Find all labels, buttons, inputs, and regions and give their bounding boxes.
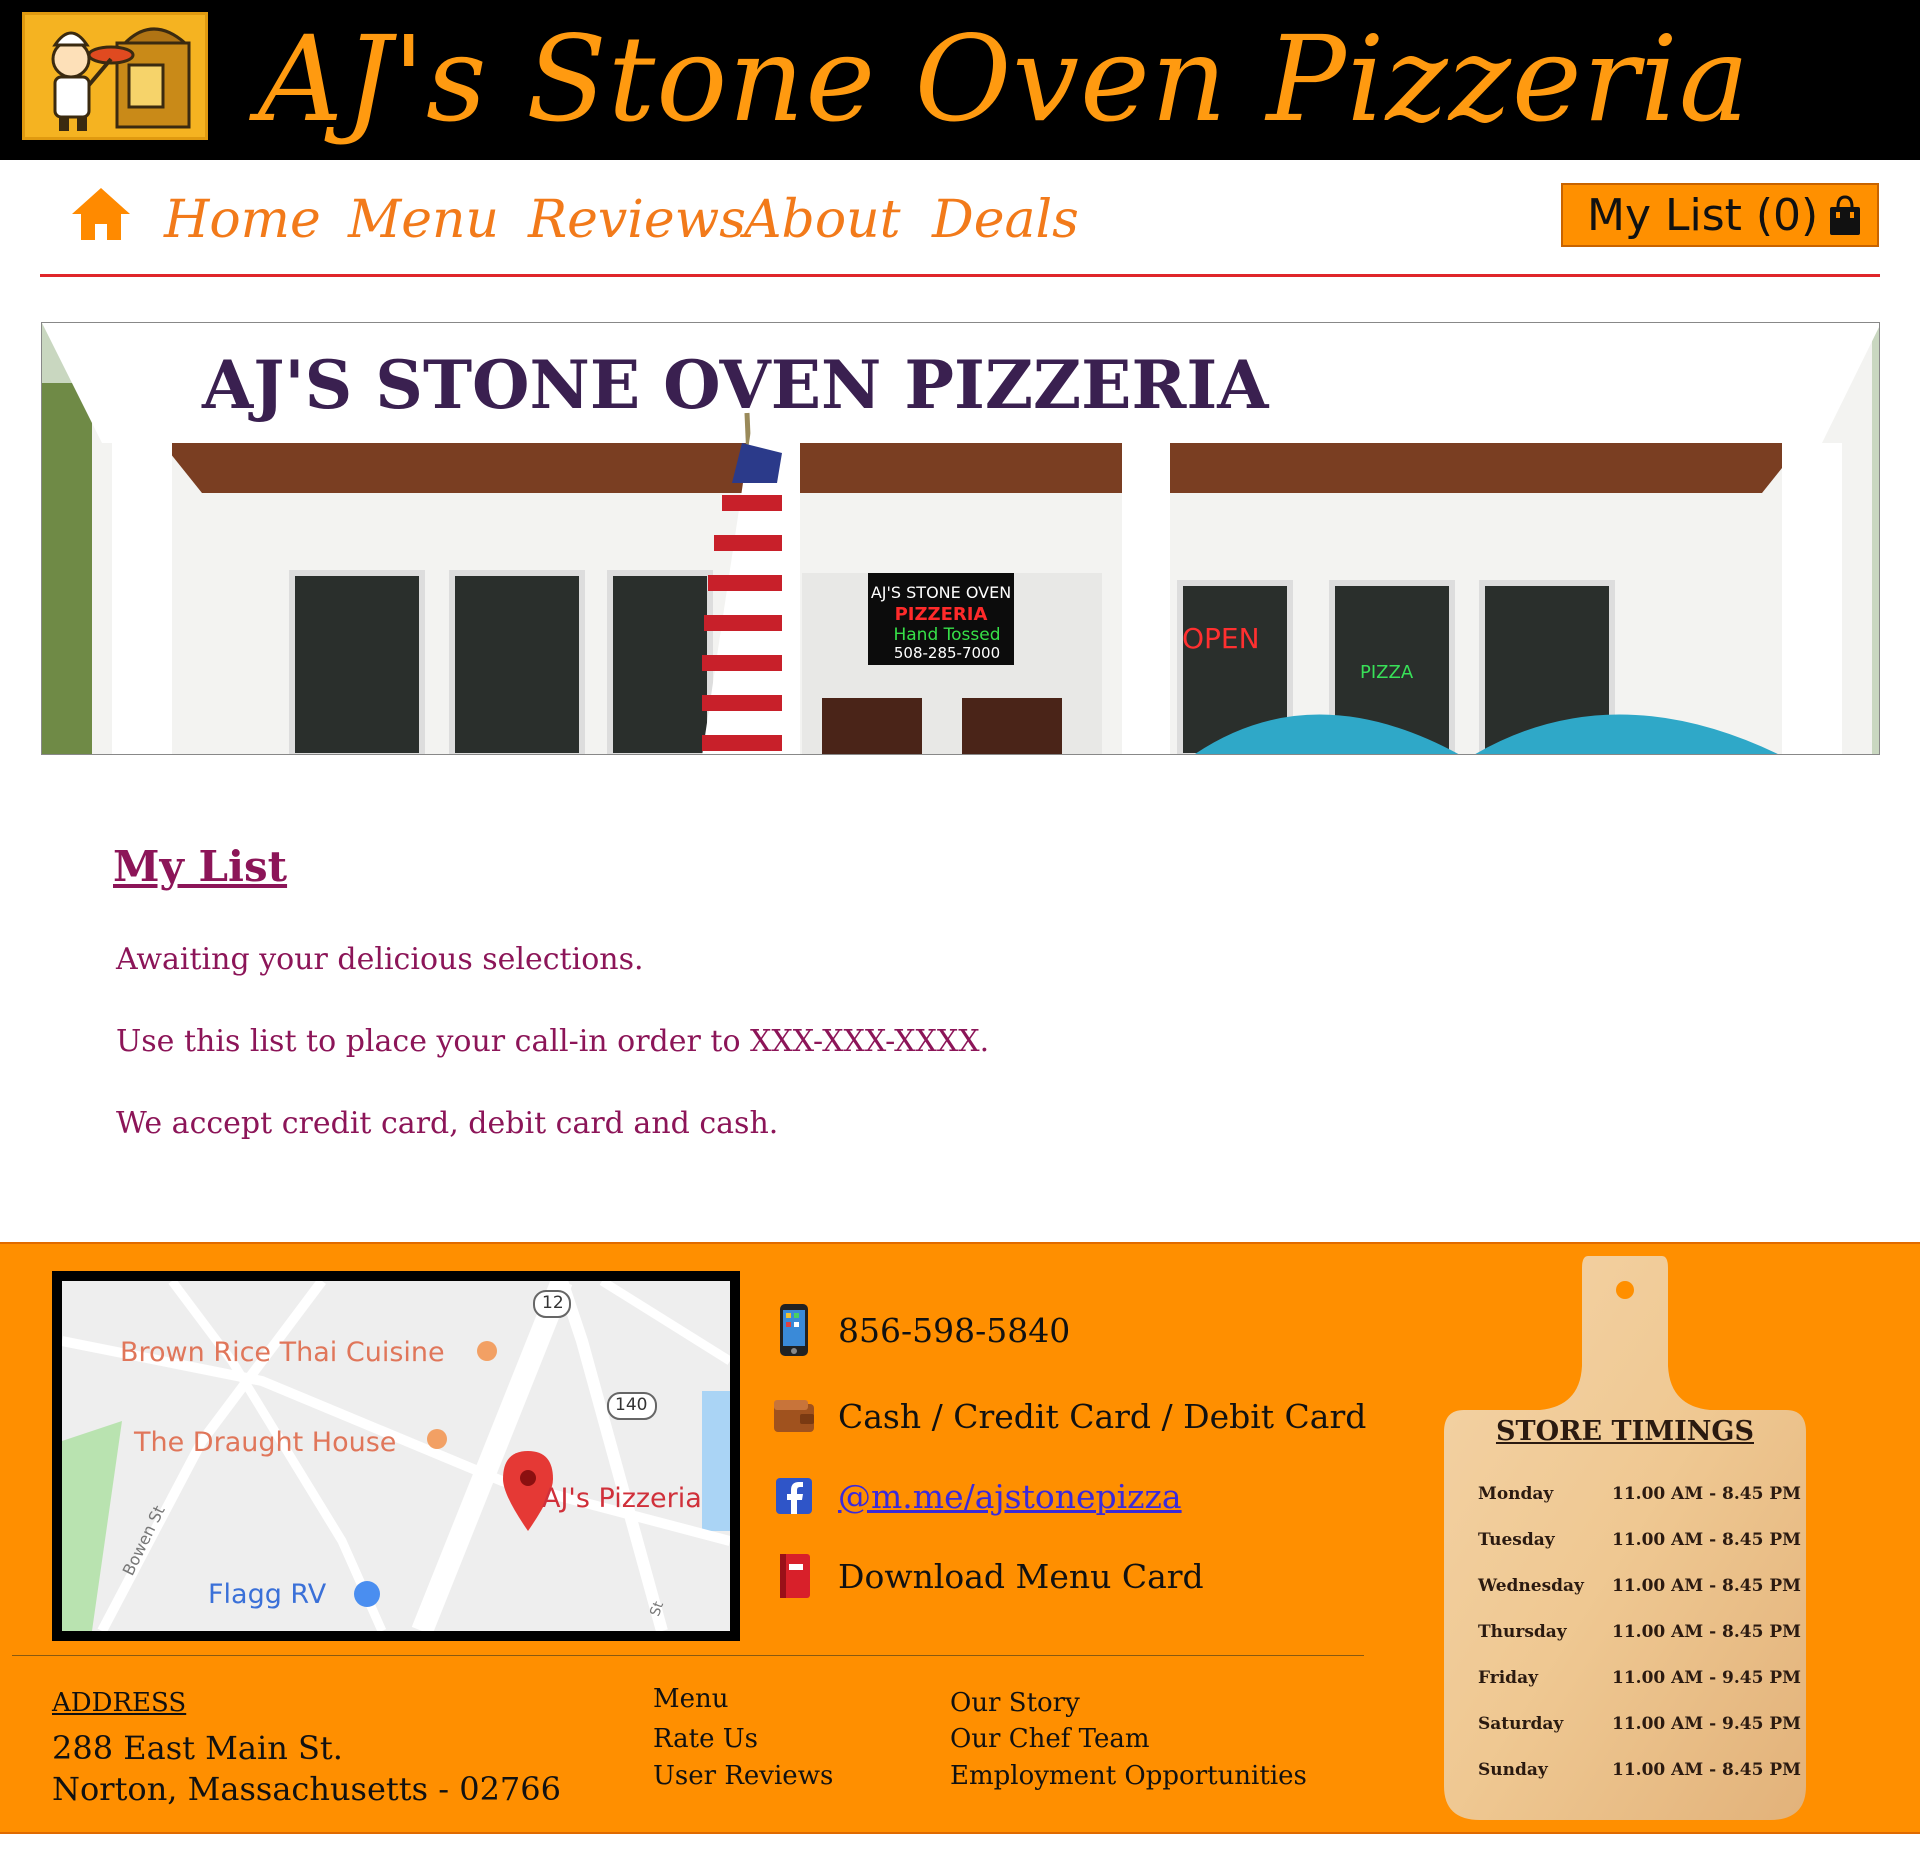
my-list-button[interactable]: My List (0) (1561, 183, 1879, 247)
footer-link-our-story[interactable]: Our Story (950, 1688, 1080, 1718)
timing-day: Thursday (1478, 1622, 1567, 1642)
facebook-icon (776, 1478, 812, 1514)
window-sign-line-4: 508-285-7000 (894, 644, 1000, 662)
timing-hours: 11.00 AM - 8.45 PM (1612, 1760, 1801, 1780)
timing-hours: 11.00 AM - 8.45 PM (1612, 1576, 1801, 1596)
timing-hours: 11.00 AM - 8.45 PM (1612, 1530, 1801, 1550)
pizza-neon-sign: PIZZA (1360, 662, 1414, 683)
payment-row: Cash / Credit Card / Debit Card (772, 1390, 1366, 1442)
download-row[interactable]: Download Menu Card (772, 1550, 1204, 1602)
facebook-row[interactable]: @m.me/ajstonepizza (772, 1470, 1182, 1522)
timing-row: Thursday 11.00 AM - 8.45 PM (1478, 1622, 1801, 1652)
timing-hours: 11.00 AM - 9.45 PM (1612, 1714, 1801, 1734)
phone-number: 856-598-5840 (838, 1310, 1071, 1350)
timing-day: Sunday (1478, 1760, 1548, 1780)
shopping-bag-icon (1830, 195, 1860, 235)
home-icon[interactable] (70, 186, 132, 242)
nav-deals[interactable]: Deals (932, 180, 1079, 260)
facebook-link[interactable]: @m.me/ajstonepizza (838, 1477, 1182, 1516)
map-route-140: 140 (615, 1395, 648, 1415)
address-line-1: 288 East Main St. (52, 1729, 343, 1767)
timing-day: Monday (1478, 1484, 1554, 1504)
window-sign-line-2: PIZZERIA (895, 604, 988, 625)
open-sign: OPEN (1182, 622, 1260, 655)
timing-row: Wednesday 11.00 AM - 8.45 PM (1478, 1576, 1801, 1606)
map-label-draught-house: The Draught House (134, 1427, 397, 1458)
footer-link-employment[interactable]: Employment Opportunities (950, 1761, 1307, 1791)
timing-row: Tuesday 11.00 AM - 8.45 PM (1478, 1530, 1801, 1560)
location-map[interactable]: Brown Rice Thai Cuisine The Draught Hous… (52, 1271, 740, 1641)
timing-hours: 11.00 AM - 9.45 PM (1612, 1668, 1801, 1688)
nav-reviews[interactable]: Reviews (528, 180, 746, 260)
footer-link-chef-team[interactable]: Our Chef Team (950, 1724, 1150, 1754)
address-line-2: Norton, Massachusetts - 02766 (52, 1770, 561, 1808)
call-in-instructions: Use this list to place your call-in orde… (116, 1024, 990, 1059)
nav-about[interactable]: About (744, 180, 901, 260)
phone-icon (780, 1304, 808, 1356)
timing-row: Friday 11.00 AM - 9.45 PM (1478, 1668, 1801, 1698)
map-route-12: 12 (542, 1293, 564, 1313)
list-empty-message: Awaiting your delicious selections. (116, 942, 644, 977)
timing-day: Tuesday (1478, 1530, 1555, 1550)
timing-day: Friday (1478, 1668, 1538, 1688)
my-list-heading: My List (113, 842, 288, 891)
timing-day: Saturday (1478, 1714, 1564, 1734)
window-sign-line-1: AJ'S STONE OVEN (871, 583, 1011, 602)
store-timings-title: STORE TIMINGS (1495, 1416, 1754, 1447)
timing-hours: 11.00 AM - 8.45 PM (1612, 1622, 1801, 1642)
address-title: ADDRESS (52, 1688, 187, 1718)
payment-methods: Cash / Credit Card / Debit Card (838, 1396, 1367, 1436)
wallet-icon (774, 1400, 814, 1432)
nav-menu[interactable]: Menu (348, 180, 499, 260)
payment-info: We accept credit card, debit card and ca… (116, 1106, 779, 1141)
timing-row: Saturday 11.00 AM - 9.45 PM (1478, 1714, 1801, 1744)
window-sign-line-3: Hand Tossed (893, 625, 1000, 645)
download-menu-link[interactable]: Download Menu Card (838, 1557, 1204, 1596)
map-label-flagg-rv: Flagg RV (208, 1579, 327, 1610)
footer-divider (12, 1655, 1364, 1656)
footer-link-rate-us[interactable]: Rate Us (653, 1724, 758, 1754)
nav-home[interactable]: Home (164, 180, 321, 260)
facade-sign: AJ'S STONE OVEN PIZZERIA (201, 346, 1269, 424)
footer-link-user-reviews[interactable]: User Reviews (653, 1761, 833, 1791)
chef-logo-icon[interactable] (22, 12, 208, 140)
timing-row: Sunday 11.00 AM - 8.45 PM (1478, 1760, 1801, 1790)
site-footer: Brown Rice Thai Cuisine The Draught Hous… (0, 1242, 1920, 1834)
map-label-brown-rice: Brown Rice Thai Cuisine (120, 1337, 445, 1368)
phone-row[interactable]: 856-598-5840 (772, 1304, 1070, 1356)
menu-card-icon (780, 1554, 810, 1598)
map-label-ajs-pizzeria: AJ's Pizzeria (542, 1483, 702, 1514)
my-list-label: My List (0) (1587, 189, 1819, 241)
map-canvas[interactable]: Brown Rice Thai Cuisine The Draught Hous… (62, 1281, 730, 1631)
timing-day: Wednesday (1478, 1576, 1584, 1596)
site-title: AJ's Stone Oven Pizzeria (258, 10, 1751, 148)
footer-link-menu[interactable]: Menu (653, 1684, 729, 1714)
storefront-banner: AJ'S STONE OVEN PIZZERIA Hand Tossed 508… (41, 322, 1880, 755)
nav-divider (40, 274, 1880, 277)
timing-row: Monday 11.00 AM - 8.45 PM (1478, 1484, 1801, 1514)
site-header: AJ's Stone Oven Pizzeria (0, 0, 1920, 160)
timing-hours: 11.00 AM - 8.45 PM (1612, 1484, 1801, 1504)
